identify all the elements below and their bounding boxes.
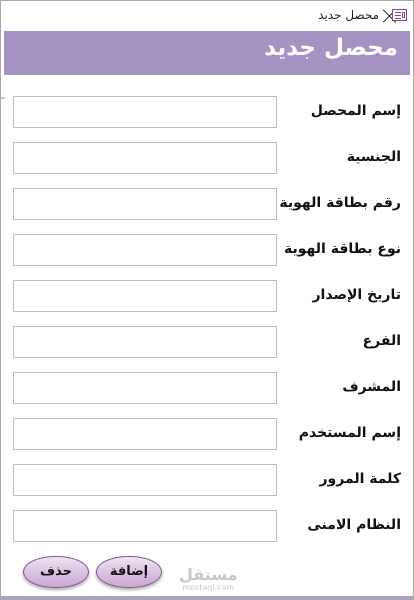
issue-date-label: تاريخ الإصدار <box>312 287 402 303</box>
password-label: كلمة المرور <box>319 471 401 487</box>
form-window: محصل جديد محصل جديد إسم المحصل الجنسية ر… <box>0 0 414 600</box>
collector-name-label: إسم المحصل <box>310 103 401 119</box>
username-input[interactable] <box>13 418 277 450</box>
window-title: محصل جديد <box>318 8 379 22</box>
nationality-label: الجنسية <box>346 149 401 165</box>
delete-button[interactable]: حذف <box>23 556 89 588</box>
issue-date-input[interactable] <box>13 280 277 312</box>
id-card-type-input[interactable] <box>13 234 277 266</box>
password-input[interactable] <box>13 464 277 496</box>
divider <box>1 97 5 99</box>
supervisor-label: المشرف <box>342 379 401 395</box>
security-system-label: النظام الامنى <box>307 517 401 533</box>
branch-input[interactable] <box>13 326 277 358</box>
security-system-input[interactable] <box>13 510 277 542</box>
title-bar: محصل جديد <box>1 1 413 31</box>
branch-label: الفرع <box>362 333 401 349</box>
bottom-border <box>1 596 413 599</box>
add-button[interactable]: إضافة <box>96 556 162 588</box>
collector-name-input[interactable] <box>13 96 277 128</box>
id-card-number-label: رقم بطاقة الهوية <box>279 195 401 211</box>
watermark-logo: مستقل mostaql.com <box>179 565 238 593</box>
username-label: إسم المستخدم <box>298 425 401 441</box>
supervisor-input[interactable] <box>13 372 277 404</box>
form-header: محصل جديد <box>4 31 410 75</box>
nationality-input[interactable] <box>13 142 277 174</box>
form-icon <box>392 9 407 21</box>
header-title: محصل جديد <box>264 35 398 61</box>
id-card-type-label: نوع بطاقة الهوية <box>284 241 401 257</box>
id-card-number-input[interactable] <box>13 188 277 220</box>
